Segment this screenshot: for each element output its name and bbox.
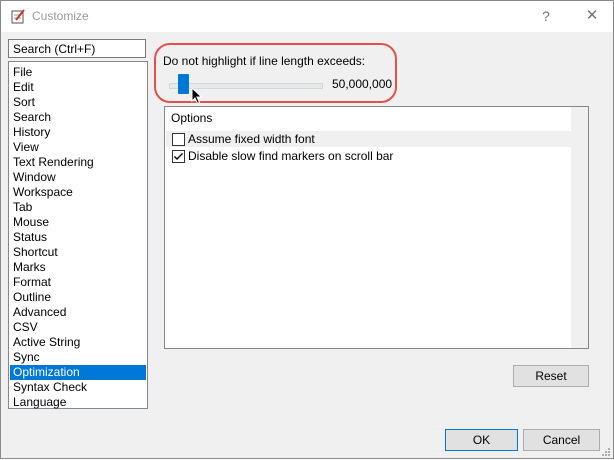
category-item-file[interactable]: File [10, 65, 146, 80]
mouse-cursor-icon [191, 86, 203, 105]
category-item-workspace[interactable]: Workspace [10, 185, 146, 200]
close-button[interactable]: ✕ [579, 5, 605, 27]
category-item-csv[interactable]: CSV [10, 320, 146, 335]
category-item-advanced[interactable]: Advanced [10, 305, 146, 320]
category-item-optimization[interactable]: Optimization [10, 365, 146, 380]
category-item-edit[interactable]: Edit [10, 80, 146, 95]
category-item-shortcut[interactable]: Shortcut [10, 245, 146, 260]
category-item-status[interactable]: Status [10, 230, 146, 245]
options-scrollbar[interactable] [571, 107, 588, 348]
ok-button[interactable]: OK [445, 429, 518, 451]
category-item-text-rendering[interactable]: Text Rendering [10, 155, 146, 170]
disable-slow-find-markers-checkbox[interactable] [172, 150, 185, 163]
option-label: Disable slow find markers on scroll bar [188, 149, 394, 163]
category-list[interactable]: File Edit Sort Search History View Text Render… [8, 61, 148, 409]
category-item-format[interactable]: Format [10, 275, 146, 290]
category-item-window[interactable]: Window [10, 170, 146, 185]
category-item-sync[interactable]: Sync [10, 350, 146, 365]
search-input[interactable] [8, 39, 146, 58]
option-label: Assume fixed width font [188, 132, 315, 146]
window-title: Customize [32, 9, 89, 23]
category-item-syntax-check[interactable]: Syntax Check [10, 380, 146, 395]
checkmark-icon [174, 153, 183, 160]
reset-button[interactable]: Reset [513, 365, 589, 387]
option-fixed-width-font[interactable]: Assume fixed width font [166, 131, 571, 147]
category-item-language[interactable]: Language [10, 395, 146, 410]
notepad-pencil-icon [10, 8, 26, 24]
options-list: Options Assume fixed width font Disable … [164, 106, 589, 349]
title-bar: Customize ? ✕ [1, 1, 613, 32]
category-item-active-string[interactable]: Active String [10, 335, 146, 350]
category-item-view[interactable]: View [10, 140, 146, 155]
option-disable-slow-find-markers[interactable]: Disable slow find markers on scroll bar [166, 148, 571, 164]
category-item-tab[interactable]: Tab [10, 200, 146, 215]
help-button[interactable]: ? [533, 5, 559, 27]
resize-grip-icon[interactable] [601, 446, 611, 456]
customize-dialog: Customize ? ✕ FileEditSortSearchHistoryV… [0, 0, 614, 459]
category-item-outline[interactable]: Outline [10, 290, 146, 305]
category-item-marks[interactable]: Marks [10, 260, 146, 275]
category-item-mouse[interactable]: Mouse [10, 215, 146, 230]
category-item-sort[interactable]: Sort [10, 95, 146, 110]
cancel-button[interactable]: Cancel [523, 429, 600, 451]
fixed-width-font-checkbox[interactable] [172, 133, 185, 146]
category-item-history[interactable]: History [10, 125, 146, 140]
category-item-search[interactable]: Search [10, 110, 146, 125]
options-header: Options [171, 111, 213, 125]
